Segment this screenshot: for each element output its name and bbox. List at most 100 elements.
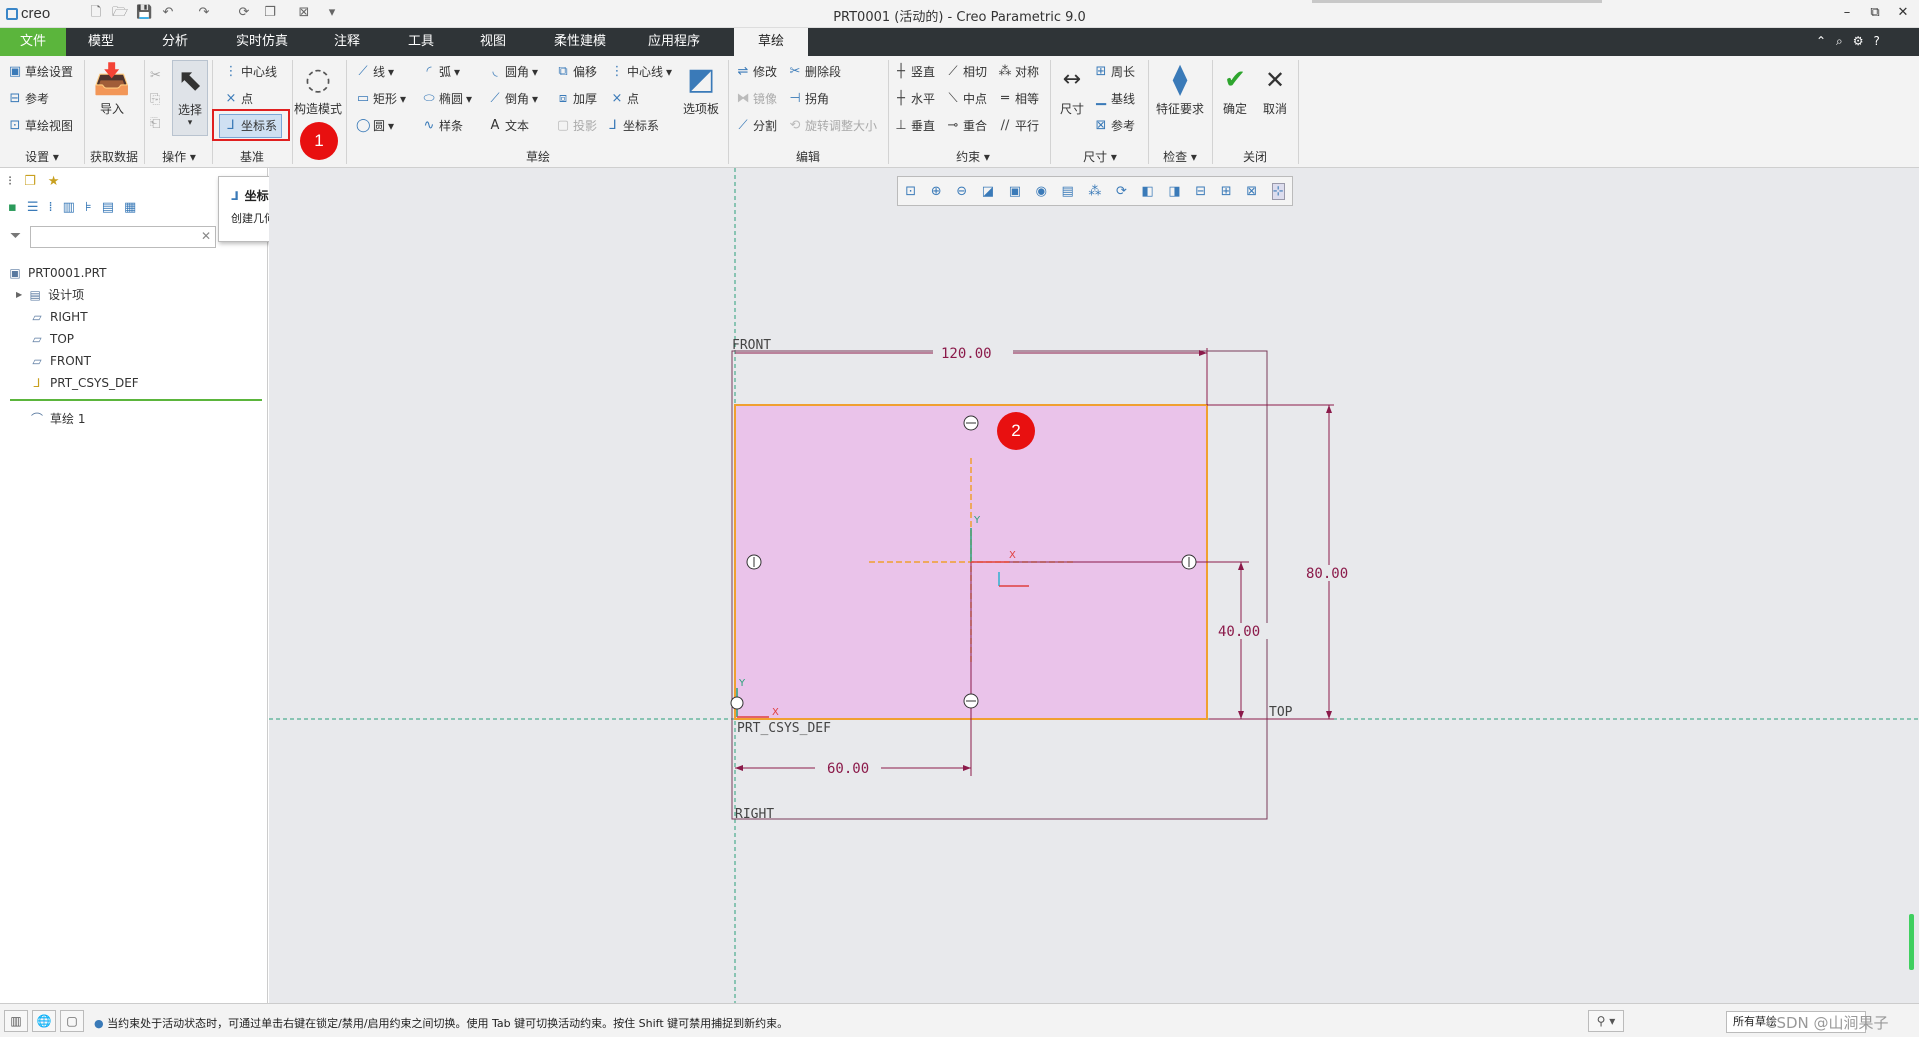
centerline-icon: ⋮: [224, 64, 238, 79]
tab-analysis[interactable]: 分析: [142, 28, 208, 56]
references-button[interactable]: ⊟ 参考: [8, 87, 49, 111]
horizontal-constraint-button[interactable]: ┼ 水平: [894, 87, 935, 111]
ok-button[interactable]: ✔ 确定: [1218, 60, 1252, 117]
favorites-tab-icon[interactable]: ★: [48, 174, 60, 189]
tab-live-simulation[interactable]: 实时仿真: [222, 28, 302, 56]
line-button[interactable]: ⟋ 线 ▾: [356, 60, 394, 84]
tree-item-right[interactable]: ▱ RIGHT: [8, 306, 263, 328]
sketch-view-button[interactable]: ⊡ 草绘视图: [8, 114, 73, 138]
delete-segment-button[interactable]: ✂ 删除段: [788, 60, 841, 84]
minimize-button[interactable]: –: [1837, 4, 1857, 22]
navigator-tabs[interactable]: ⁝ ❐ ★: [8, 174, 59, 189]
dim-height-label[interactable]: 80.00: [1306, 566, 1348, 582]
full-screen-icon[interactable]: ▢: [60, 1010, 84, 1032]
palette-button[interactable]: ◩ 选项板: [678, 60, 724, 117]
cancel-button[interactable]: ✕ 取消: [1258, 60, 1292, 117]
clear-search-icon[interactable]: ✕: [201, 229, 211, 243]
midpoint-constraint-button[interactable]: ⟍ 中点: [946, 87, 987, 111]
close-button[interactable]: ✕: [1893, 4, 1913, 22]
equal-constraint-button[interactable]: ═ 相等: [998, 87, 1039, 111]
construction-mode-button[interactable]: ◌ 构造模式: [294, 60, 342, 117]
browser-icon[interactable]: 🌐: [32, 1010, 56, 1032]
import-button[interactable]: 📥 导入: [90, 60, 134, 117]
group-label-dimension[interactable]: 尺寸 ▾: [1052, 148, 1148, 165]
group-label-inspect[interactable]: 检查 ▾: [1148, 148, 1212, 165]
folder-tab-icon[interactable]: ❐: [24, 174, 36, 189]
tangent-constraint-button[interactable]: ⟋ 相切: [946, 60, 987, 84]
tab-model[interactable]: 模型: [68, 28, 134, 56]
tree-list-icon[interactable]: ☰: [27, 200, 39, 215]
vertical-constraint-button[interactable]: ┼ 竖直: [894, 60, 935, 84]
feature-requirements-button[interactable]: ⧫ 特征要求: [1154, 60, 1206, 117]
dimension-button[interactable]: ↔ 尺寸: [1054, 60, 1090, 117]
offset-button[interactable]: ⧉ 偏移: [556, 60, 597, 84]
tree-item-top[interactable]: ▱ TOP: [8, 328, 263, 350]
graphics-canvas[interactable]: ⊡ ⊕ ⊖ ◪ ▣ ◉ ▤ ⁂ ⟳ ◧ ◨ ⊟ ⊞ ⊠ ⊹ 120.00 80.…: [269, 168, 1919, 1003]
thicken-button[interactable]: ⧈ 加厚: [556, 87, 597, 111]
tab-tools[interactable]: 工具: [388, 28, 454, 56]
dimension-icon: ↔: [1062, 67, 1082, 92]
model-tree-tab-icon[interactable]: ⁝: [8, 174, 12, 189]
modify-button[interactable]: ⇌ 修改: [736, 60, 777, 84]
dim-halfheight-label[interactable]: 40.00: [1218, 624, 1260, 640]
sketch-centerline-button[interactable]: ⋮ 中心线 ▾: [610, 60, 673, 84]
restore-button[interactable]: ⧉: [1865, 4, 1885, 22]
tree-search-input[interactable]: ✕: [30, 226, 216, 248]
dim-halfwidth-label[interactable]: 60.00: [827, 761, 869, 777]
ellipse-button[interactable]: ⬭ 椭圆 ▾: [422, 87, 472, 111]
select-button[interactable]: ⬉ 选择 ▾: [172, 60, 208, 136]
tab-flexible-modeling[interactable]: 柔性建模: [540, 28, 620, 56]
datum-centerline-button[interactable]: ⋮ 中心线: [224, 60, 278, 84]
smart-selection-icon[interactable]: ⚲ ▾: [1588, 1010, 1624, 1032]
tree-layers-icon[interactable]: ▤: [102, 200, 114, 215]
sketch-coordinate-system-button[interactable]: ⅃ 坐标系: [606, 114, 659, 138]
fillet-button[interactable]: ◟ 圆角 ▾: [488, 60, 538, 84]
show-tree-icon[interactable]: ▥: [4, 1010, 28, 1032]
rectangle-button[interactable]: ▭ 矩形 ▾: [356, 87, 406, 111]
tree-details-icon[interactable]: ▦: [124, 200, 136, 215]
tree-item-sketch[interactable]: ⌒ 草绘 1: [30, 408, 85, 430]
show-icon[interactable]: ▪: [8, 200, 17, 215]
chamfer-button[interactable]: ⟋ 倒角 ▾: [488, 87, 538, 111]
tree-item-root[interactable]: ▣ PRT0001.PRT: [8, 262, 263, 284]
tree-item-csys[interactable]: ⅃ PRT_CSYS_DEF: [8, 372, 263, 394]
rotate-resize-button[interactable]: ⟲ 旋转调整大小: [788, 114, 877, 138]
mirror-button[interactable]: ⧓ 镜像: [736, 87, 778, 111]
tree-item-design-items[interactable]: ▶ ▤ 设计项: [8, 284, 263, 306]
dim-width-label[interactable]: 120.00: [941, 346, 992, 362]
sketch-setup-button[interactable]: ▣ 草绘设置: [8, 60, 73, 84]
parallel-constraint-button[interactable]: ∕∕ 平行: [998, 114, 1039, 138]
arc-button[interactable]: ◜ 弧 ▾: [422, 60, 460, 84]
coincident-constraint-button[interactable]: ⊸ 重合: [946, 114, 987, 138]
project-button[interactable]: ▢ 投影: [556, 114, 597, 138]
tab-applications[interactable]: 应用程序: [634, 28, 714, 56]
divide-button[interactable]: ⟋ 分割: [736, 114, 777, 138]
ribbon-help-controls[interactable]: ⌃⌕⚙?: [1816, 34, 1890, 49]
tab-annotate[interactable]: 注释: [314, 28, 380, 56]
construction-mode-icon: ◌: [304, 62, 332, 97]
tree-item-front[interactable]: ▱ FRONT: [8, 350, 263, 372]
tab-sketch[interactable]: 草绘: [734, 28, 808, 56]
text-button[interactable]: A 文本: [488, 114, 529, 138]
spline-button[interactable]: ∿ 样条: [422, 114, 463, 138]
sketch-point-button[interactable]: × 点: [610, 87, 639, 111]
tree-settings-icon[interactable]: ▥: [63, 200, 75, 215]
expand-arrow-icon[interactable]: ▶: [16, 284, 22, 306]
baseline-button[interactable]: ▁ 基线: [1094, 87, 1135, 111]
tree-filter-icon[interactable]: ⊧: [85, 200, 92, 215]
tree-columns-icon[interactable]: ⁞: [48, 200, 52, 215]
perimeter-button[interactable]: ⊞ 周长: [1094, 60, 1135, 84]
group-label-setup[interactable]: 设置 ▾: [0, 148, 84, 165]
corner-button[interactable]: ⊣ 拐角: [788, 87, 829, 111]
reference-dimension-button[interactable]: ⊠ 参考: [1094, 114, 1135, 138]
group-label-constrain[interactable]: 约束 ▾: [888, 148, 1058, 165]
group-label-operations[interactable]: 操作 ▾: [146, 148, 212, 165]
symmetric-constraint-button[interactable]: ⁂ 对称: [998, 60, 1040, 84]
tab-view[interactable]: 视图: [460, 28, 526, 56]
datum-plane-icon: ▱: [32, 354, 42, 368]
circle-button[interactable]: ◯ 圆 ▾: [356, 114, 394, 138]
tab-file[interactable]: 文件: [0, 28, 66, 56]
datum-point-button[interactable]: × 点: [224, 87, 253, 111]
insert-indicator[interactable]: [10, 399, 262, 401]
perpendicular-constraint-button[interactable]: ⊥ 垂直: [894, 114, 935, 138]
